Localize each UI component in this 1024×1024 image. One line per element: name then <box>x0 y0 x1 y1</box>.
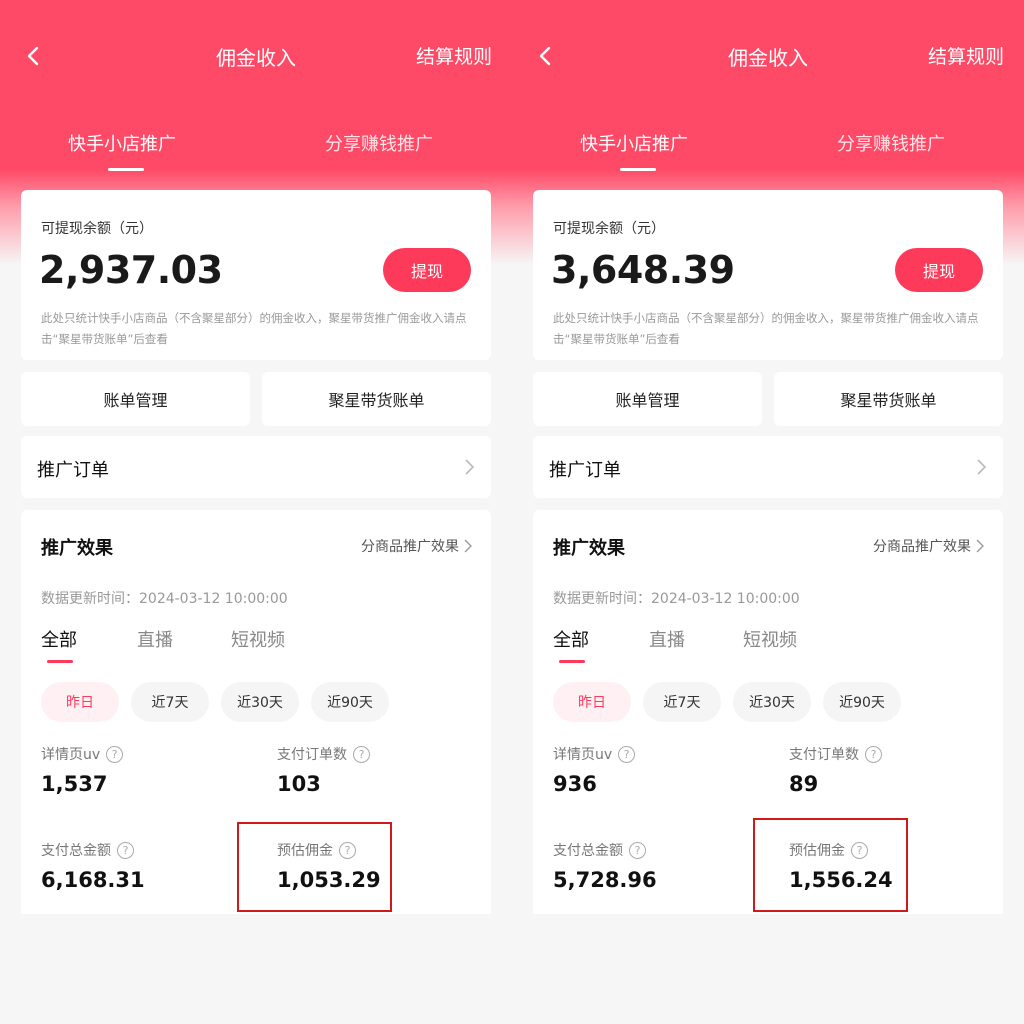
metric-label: 支付订单数 <box>277 747 347 763</box>
help-icon[interactable]: ? <box>865 745 882 763</box>
chip-yesterday[interactable]: 昨日 <box>553 682 631 722</box>
content-type-tabs: 全部 直播 短视频 <box>553 626 983 666</box>
sub-tab-active-indicator <box>47 660 73 663</box>
metric-value: 1,556.24 <box>789 868 893 892</box>
promo-effect-title: 推广效果 <box>553 538 625 559</box>
left-screen: 佣金收入 结算规则 快手小店推广 分享赚钱推广 可提现余额（元） 2,937.0… <box>0 0 512 1024</box>
balance-note: 此处只统计快手小店商品（不含聚星部分）的佣金收入，聚星带货推广佣金收入请点击“聚… <box>41 311 467 346</box>
chevron-right-icon <box>977 459 987 475</box>
chevron-right-icon <box>976 539 984 553</box>
metric-label: 详情页uv <box>553 747 613 763</box>
help-icon[interactable]: ? <box>851 841 868 859</box>
tab-active-indicator <box>620 168 656 171</box>
promo-effect-title: 推广效果 <box>41 538 113 559</box>
per-product-effect-link[interactable]: 分商品推广效果 <box>873 536 985 556</box>
help-icon[interactable]: ? <box>618 745 636 763</box>
chip-7-days[interactable]: 近7天 <box>643 682 721 722</box>
promo-effect-card: 推广效果 分商品推广效果 数据更新时间：2024-03-12 10:00:00 … <box>21 510 491 914</box>
metric-estimated-commission: 预估佣金? 1,053.29 <box>277 840 477 892</box>
metric-value: 1,537 <box>41 772 108 796</box>
metric-value: 6,168.31 <box>41 868 145 892</box>
metric-value: 103 <box>277 772 321 796</box>
chip-30-days[interactable]: 近30天 <box>221 682 299 722</box>
metric-value: 936 <box>553 772 597 796</box>
tab-all[interactable]: 全部 <box>553 626 589 652</box>
chevron-right-icon <box>465 459 475 475</box>
right-screen: 佣金收入 结算规则 快手小店推广 分享赚钱推广 可提现余额（元） 3,648.3… <box>512 0 1024 1024</box>
promo-orders-row[interactable]: 推广订单 <box>533 436 1003 498</box>
metric-label: 详情页uv <box>41 747 101 763</box>
promo-orders-row[interactable]: 推广订单 <box>21 436 491 498</box>
metric-paid-orders: 支付订单数? 103 <box>277 744 477 796</box>
metric-detail-uv: 详情页uv? 1,537 <box>41 744 241 796</box>
tab-all[interactable]: 全部 <box>41 626 77 652</box>
chip-7-days[interactable]: 近7天 <box>131 682 209 722</box>
tab-short-video[interactable]: 短视频 <box>231 626 285 652</box>
tab-share-earn[interactable]: 分享赚钱推广 <box>325 130 433 156</box>
chip-30-days[interactable]: 近30天 <box>733 682 811 722</box>
help-icon[interactable]: ? <box>353 745 370 763</box>
metric-value: 89 <box>789 772 819 796</box>
metric-value: 1,053.29 <box>277 868 381 892</box>
metric-label: 预估佣金 <box>277 843 333 859</box>
chip-90-days[interactable]: 近90天 <box>823 682 901 722</box>
tab-kuaishou-shop[interactable]: 快手小店推广 <box>68 130 176 156</box>
nav-bar: 佣金收入 结算规则 <box>512 0 1024 112</box>
metric-paid-orders: 支付订单数? 89 <box>789 744 989 796</box>
metric-label: 支付总金额 <box>553 843 623 859</box>
tab-kuaishou-shop[interactable]: 快手小店推广 <box>580 130 688 156</box>
nav-bar: 佣金收入 结算规则 <box>0 0 512 112</box>
metric-value: 5,728.96 <box>553 868 657 892</box>
metric-label: 支付订单数 <box>789 747 859 763</box>
promo-orders-label: 推广订单 <box>549 460 621 481</box>
juxing-bill-button[interactable]: 聚星带货账单 <box>262 372 491 426</box>
data-update-time: 数据更新时间：2024-03-12 10:00:00 <box>553 591 800 607</box>
settlement-rules-link[interactable]: 结算规则 <box>416 42 492 69</box>
bill-management-button[interactable]: 账单管理 <box>533 372 762 426</box>
chip-90-days[interactable]: 近90天 <box>311 682 389 722</box>
metric-estimated-commission: 预估佣金? 1,556.24 <box>789 840 989 892</box>
juxing-bill-button[interactable]: 聚星带货账单 <box>774 372 1003 426</box>
tab-live[interactable]: 直播 <box>137 626 173 652</box>
metric-detail-uv: 详情页uv? 936 <box>553 744 753 796</box>
help-icon[interactable]: ? <box>629 841 646 859</box>
withdraw-button[interactable]: 提现 <box>895 248 983 292</box>
promo-effect-card: 推广效果 分商品推广效果 数据更新时间：2024-03-12 10:00:00 … <box>533 510 1003 914</box>
promo-tabs: 快手小店推广 分享赚钱推广 <box>0 130 512 174</box>
tab-share-earn[interactable]: 分享赚钱推广 <box>837 130 945 156</box>
balance-value: 2,937.03 <box>39 248 223 292</box>
tab-active-indicator <box>108 168 144 171</box>
time-range-chips: 昨日 近7天 近30天 近90天 <box>553 682 993 722</box>
balance-value: 3,648.39 <box>551 248 735 292</box>
data-update-time: 数据更新时间：2024-03-12 10:00:00 <box>41 591 288 607</box>
tab-short-video[interactable]: 短视频 <box>743 626 797 652</box>
balance-note: 此处只统计快手小店商品（不含聚星部分）的佣金收入，聚星带货推广佣金收入请点击“聚… <box>553 311 979 346</box>
per-product-effect-label: 分商品推广效果 <box>873 539 971 555</box>
metric-paid-total: 支付总金额? 5,728.96 <box>553 840 753 892</box>
help-icon[interactable]: ? <box>339 841 356 859</box>
balance-label: 可提现余额（元） <box>41 221 153 237</box>
chip-yesterday[interactable]: 昨日 <box>41 682 119 722</box>
metric-label: 预估佣金 <box>789 843 845 859</box>
tab-live[interactable]: 直播 <box>649 626 685 652</box>
promo-tabs: 快手小店推广 分享赚钱推广 <box>512 130 1024 174</box>
time-range-chips: 昨日 近7天 近30天 近90天 <box>41 682 481 722</box>
balance-card: 可提现余额（元） 2,937.03 提现 此处只统计快手小店商品（不含聚星部分）… <box>21 190 491 360</box>
withdraw-button[interactable]: 提现 <box>383 248 471 292</box>
balance-label: 可提现余额（元） <box>553 221 665 237</box>
bill-management-button[interactable]: 账单管理 <box>21 372 250 426</box>
metric-paid-total: 支付总金额? 6,168.31 <box>41 840 241 892</box>
help-icon[interactable]: ? <box>106 745 124 763</box>
help-icon[interactable]: ? <box>117 841 134 859</box>
per-product-effect-link[interactable]: 分商品推广效果 <box>361 536 473 556</box>
content-type-tabs: 全部 直播 短视频 <box>41 626 471 666</box>
balance-card: 可提现余额（元） 3,648.39 提现 此处只统计快手小店商品（不含聚星部分）… <box>533 190 1003 360</box>
metric-label: 支付总金额 <box>41 843 111 859</box>
chevron-right-icon <box>464 539 472 553</box>
promo-orders-label: 推广订单 <box>37 460 109 481</box>
settlement-rules-link[interactable]: 结算规则 <box>928 42 1004 69</box>
sub-tab-active-indicator <box>559 660 585 663</box>
per-product-effect-label: 分商品推广效果 <box>361 539 459 555</box>
